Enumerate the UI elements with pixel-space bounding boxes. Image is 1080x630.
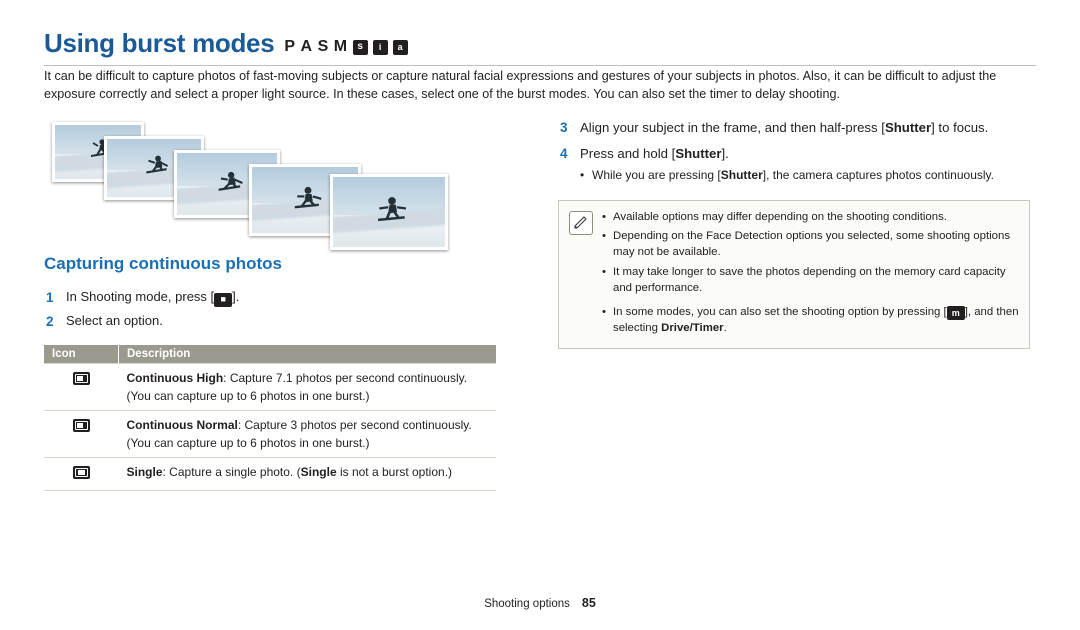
intro-paragraph: It can be difficult to capture photos of… xyxy=(44,69,997,101)
mode-a-icon: A xyxy=(300,38,313,55)
page-header: Using burst modes P A S M s i a xyxy=(44,30,1036,66)
option-label: Continuous High xyxy=(126,370,224,385)
step-text-pre: Press and hold [ xyxy=(580,146,676,162)
step-text-post: ]. xyxy=(721,146,729,162)
continuous-high-icon xyxy=(72,371,90,385)
pencil-glyph xyxy=(574,216,587,229)
option-desc: : Capture 3 photos per second continuous… xyxy=(237,418,472,433)
page-number: 85 xyxy=(581,596,596,610)
left-step-1: 1 In Shooting mode, press [■]. xyxy=(44,288,524,307)
step-text: Select an option. xyxy=(66,312,163,328)
burst-options-table: Icon Description Continuous High: Captur… xyxy=(44,344,496,491)
table-row: Continuous High: Capture 7.1 photos per … xyxy=(44,362,496,412)
table-header: Icon Description xyxy=(44,344,496,364)
snowboarder-glyph xyxy=(146,155,169,174)
title-row: Using burst modes P A S M s i a xyxy=(44,30,1036,57)
step-text-post: ] to focus. xyxy=(931,120,989,135)
snowboarder-glyph xyxy=(294,186,322,209)
cell-icon xyxy=(44,457,119,491)
step-text-post: ]. xyxy=(232,289,240,304)
mode-p-icon: P xyxy=(284,38,296,55)
page-footer: Shooting options 85 xyxy=(0,596,1080,610)
footer-label: Shooting options xyxy=(484,598,570,610)
note-item-2: Depending on the Face Detection options … xyxy=(602,228,1019,260)
column-header-icon: Icon xyxy=(44,344,119,364)
burst-photo-5 xyxy=(330,174,448,250)
left-steps-list: 1 In Shooting mode, press [■]. 2 Select … xyxy=(44,288,524,331)
option-desc: : Capture a single photo. ( xyxy=(162,465,301,480)
step-number: 4 xyxy=(560,146,568,162)
right-step-3: 3 Align your subject in the frame, and t… xyxy=(558,118,1030,137)
column-header-description: Description xyxy=(118,344,496,364)
note-item-3: It may take longer to save the photos de… xyxy=(602,264,1019,296)
mode-smart-icon: i xyxy=(372,39,388,55)
option-desc: : Capture 7.1 photos per second continuo… xyxy=(223,370,468,385)
step-number: 3 xyxy=(560,120,568,135)
page-title: Using burst modes xyxy=(44,28,275,58)
sub-bullet-pre: While you are pressing [ xyxy=(592,168,721,183)
shutter-keyword: Shutter xyxy=(720,168,763,183)
option-desc-2: is not a burst option.) xyxy=(336,465,453,480)
cell-description: Single: Capture a single photo. (Single … xyxy=(118,457,496,491)
snowboarder-glyph xyxy=(218,171,243,191)
option-label: Continuous Normal xyxy=(126,418,238,433)
cell-icon xyxy=(44,410,119,459)
mode-s-icon: S xyxy=(317,38,329,55)
snowboarder-glyph xyxy=(378,197,407,222)
left-step-2: 2 Select an option. xyxy=(44,312,524,331)
option-note: (You can capture up to 6 photos in one b… xyxy=(126,436,370,451)
mode-auto-icon: a xyxy=(392,39,408,55)
step-text-pre: In Shooting mode, press [ xyxy=(66,289,215,304)
shutter-keyword: Shutter xyxy=(884,120,932,135)
step-number: 2 xyxy=(46,313,54,329)
header-divider xyxy=(44,65,1036,66)
right-column: 3 Align your subject in the frame, and t… xyxy=(558,118,1030,350)
menu-icon: m xyxy=(946,306,965,321)
left-column: Capturing continuous photos 1 In Shootin… xyxy=(44,118,524,491)
cell-icon xyxy=(44,362,119,412)
note-box: Available options may differ depending o… xyxy=(558,200,1030,350)
burst-photo-strip xyxy=(44,118,474,250)
cell-description: Continuous Normal: Capture 3 photos per … xyxy=(118,410,496,459)
option-note: (You can capture up to 6 photos in one b… xyxy=(126,388,370,403)
burst-icon: ■ xyxy=(214,292,233,307)
mode-m-icon: M xyxy=(333,38,348,55)
note-item-4: In some modes, you can also set the shoo… xyxy=(602,304,1019,336)
section-title: Capturing continuous photos xyxy=(44,254,282,273)
option-label: Single xyxy=(126,465,163,480)
single-icon xyxy=(72,466,90,480)
right-steps-list: 3 Align your subject in the frame, and t… xyxy=(558,118,1030,184)
table-header-row: Icon Description xyxy=(44,344,496,364)
table-body: Continuous High: Capture 7.1 photos per … xyxy=(44,362,496,491)
table-row: Continuous Normal: Capture 3 photos per … xyxy=(44,410,496,459)
note-pencil-icon xyxy=(569,211,593,236)
step-sub-bullet: While you are pressing [Shutter], the ca… xyxy=(580,167,1030,184)
note-item-1: Available options may differ depending o… xyxy=(602,209,1019,225)
shutter-keyword: Shutter xyxy=(675,146,722,162)
sub-bullet-post: ], the camera captures photos continuous… xyxy=(762,168,994,183)
note-body: Available options may differ depending o… xyxy=(602,209,1019,339)
step-number: 1 xyxy=(46,290,54,305)
note-item-4-post: . xyxy=(723,322,727,335)
table-row: Single: Capture a single photo. (Single … xyxy=(44,457,496,491)
note-item-4-pre: In some modes, you can also set the shoo… xyxy=(613,306,947,319)
mode-scene-icon: s xyxy=(352,39,368,55)
cell-description: Continuous High: Capture 7.1 photos per … xyxy=(118,362,496,412)
option-label-2: Single xyxy=(300,465,337,480)
continuous-normal-icon xyxy=(72,419,90,433)
right-step-4: 4 Press and hold [Shutter]. While you ar… xyxy=(558,144,1030,184)
mode-icon-group: P A S M s i a xyxy=(284,38,408,56)
step-text-pre: Align your subject in the frame, and the… xyxy=(580,120,885,135)
drive-timer-keyword: Drive/Timer xyxy=(661,322,724,335)
